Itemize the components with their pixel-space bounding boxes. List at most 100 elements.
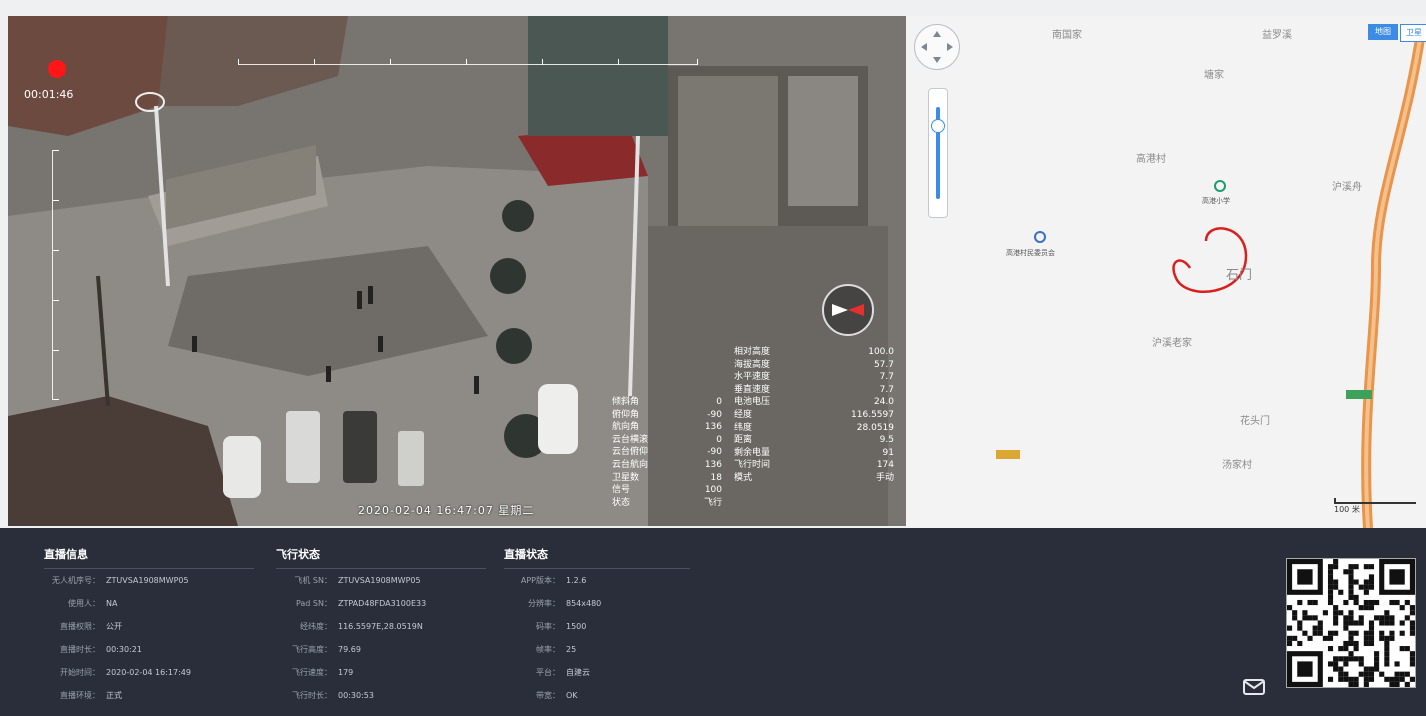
info-row: Pad SN： ZTPAD48FDA3100E33 bbox=[276, 592, 486, 615]
telemetry-row: 云台俯仰 -90 bbox=[612, 446, 722, 459]
telemetry-label: 经度 bbox=[734, 409, 753, 420]
info-key: 直播环境： bbox=[60, 691, 100, 700]
telemetry-label: 卫星数 bbox=[612, 472, 640, 483]
map-scale-label: 100 米 bbox=[1334, 505, 1360, 514]
map-place-label: 高港村 bbox=[1136, 154, 1166, 165]
info-row: 直播权限： 公开 bbox=[44, 615, 254, 638]
live-info-section: 直播信息 无人机序号： ZTUVSA1908MWP05 使用人： NA 直播权限： 公开直… bbox=[44, 546, 254, 707]
info-row: 无人机序号： ZTUVSA1908MWP05 bbox=[44, 569, 254, 592]
info-key: 码率： bbox=[536, 622, 560, 631]
telemetry-label: 距离 bbox=[734, 435, 753, 446]
telemetry-label: 相对高度 bbox=[734, 347, 771, 357]
telemetry-label: 水平速度 bbox=[734, 372, 771, 383]
heading-scale bbox=[238, 59, 698, 77]
info-value: 1500 bbox=[566, 622, 587, 631]
map-place-label: 塘家 bbox=[1204, 70, 1224, 81]
info-value: ZTPAD48FDA3100E33 bbox=[338, 599, 427, 608]
telemetry-value: 0 bbox=[716, 397, 722, 407]
map-place-label: 益罗溪 bbox=[1262, 30, 1292, 41]
telemetry-row: 倾斜角 0 bbox=[612, 396, 722, 409]
record-dot-icon bbox=[48, 60, 66, 78]
poi-label: 高港小学 bbox=[1202, 197, 1230, 205]
telemetry-label: 航向角 bbox=[612, 422, 640, 433]
telemetry-label: 剩余电量 bbox=[734, 447, 771, 458]
map-view[interactable]: 地图 卫星 南国家 益罗溪 塘家 高港村 沪溪舟 石门 沪溪老家 花头门 汤家村… bbox=[906, 16, 1426, 528]
telemetry-value: -90 bbox=[707, 447, 722, 458]
info-value: 1.2.6 bbox=[566, 576, 587, 585]
flight-status-list: 飞机 SN： ZTUVSA1908MWP05 Pad SN： ZTPAD48FDA31… bbox=[276, 569, 486, 707]
telemetry-row: 纬度 28.0519 bbox=[734, 422, 894, 435]
info-row: 帧率： 25 bbox=[504, 638, 690, 661]
telemetry-value: 136 bbox=[704, 459, 722, 470]
info-value: 公开 bbox=[106, 622, 122, 631]
info-key: 经纬度： bbox=[300, 622, 332, 631]
mail-icon[interactable] bbox=[1242, 678, 1266, 696]
info-key: Pad SN： bbox=[295, 599, 332, 608]
flight-status-title: 飞行状态 bbox=[276, 548, 320, 561]
map-type-button[interactable]: 地图 bbox=[1368, 24, 1398, 40]
telemetry-label: 模式 bbox=[734, 472, 753, 483]
info-row: 码率： 1500 bbox=[504, 615, 690, 638]
telemetry-label: 状态 bbox=[612, 497, 631, 508]
info-value: 179 bbox=[338, 668, 354, 677]
zoom-slider-icon[interactable] bbox=[928, 88, 948, 218]
telemetry-label: 俯仰角 bbox=[612, 409, 640, 420]
info-key: 飞行速度： bbox=[292, 668, 332, 677]
telemetry-value: 174 bbox=[876, 460, 894, 471]
telemetry-row: 卫星数 18 bbox=[612, 472, 722, 485]
info-row: 直播时长： 00:30:21 bbox=[44, 638, 254, 661]
map-pan-icon[interactable] bbox=[914, 24, 960, 70]
info-key: 使用人： bbox=[68, 599, 100, 608]
map-place-label: 石门 bbox=[1226, 268, 1253, 283]
info-row: 直播环境： 正式 bbox=[44, 684, 254, 707]
telemetry-row: 云台航向 136 bbox=[612, 459, 722, 472]
info-key: 无人机序号： bbox=[52, 576, 100, 585]
drone-video-feed[interactable]: 00:01:46 倾斜角 0 俯仰角 -90 航向角 136 云台横滚 0 云台俯仰 -90 云台航… bbox=[8, 16, 906, 526]
telemetry-row: 电池电压 24.0 bbox=[734, 396, 894, 409]
info-row: 分辨率： 854x480 bbox=[504, 592, 690, 615]
qr-code-icon bbox=[1286, 558, 1416, 688]
info-row: 经纬度： 116.5597E,28.0519N bbox=[276, 615, 486, 638]
live-info-list: 无人机序号： ZTUVSA1908MWP05 使用人： NA 直播权限： 公开 直播时长： 0… bbox=[44, 569, 254, 707]
poi-marker-icon bbox=[996, 450, 1020, 459]
satellite-type-button[interactable]: 卫星 bbox=[1400, 24, 1426, 42]
telemetry-value: 100 bbox=[704, 485, 722, 496]
telemetry-value: 28.0519 bbox=[856, 422, 894, 433]
telemetry-label: 云台横滚 bbox=[612, 434, 649, 445]
info-value: ZTUVSA1908MWP05 bbox=[338, 576, 421, 585]
telemetry-row: 模式 手动 bbox=[734, 472, 894, 485]
info-value: 00:30:21 bbox=[106, 645, 142, 654]
info-key: 飞机 SN： bbox=[294, 576, 332, 585]
telemetry-value: 9.5 bbox=[879, 435, 894, 446]
telemetry-right-column: 相对高度 100.0 海拔高度 57.7 水平速度 7.7 垂直速度 7.7 电池电压 24.0 经… bbox=[734, 346, 894, 509]
info-key: 帧率： bbox=[536, 645, 560, 654]
info-row: 飞行高度： 79.69 bbox=[276, 638, 486, 661]
info-row: 飞机 SN： ZTUVSA1908MWP05 bbox=[276, 569, 486, 592]
map-place-label: 南国家 bbox=[1052, 30, 1082, 41]
info-key: 平台： bbox=[536, 668, 560, 677]
telemetry-value: 100.0 bbox=[868, 347, 894, 357]
flight-status-section: 飞行状态 飞机 SN： ZTUVSA1908MWP05 Pad SN： ZTPAD48… bbox=[276, 546, 486, 707]
info-value: ZTUVSA1908MWP05 bbox=[106, 576, 189, 585]
telemetry-label: 信号 bbox=[612, 485, 631, 496]
telemetry-value: 57.7 bbox=[873, 359, 894, 370]
telemetry-value: 飞行 bbox=[703, 497, 722, 508]
info-key: 带宽： bbox=[536, 691, 560, 700]
video-timestamp-caption: 2020-02-04 16:47:07 星期二 bbox=[358, 504, 535, 517]
telemetry-value: -90 bbox=[707, 409, 722, 420]
info-value: 2020-02-04 16:17:49 bbox=[106, 668, 191, 677]
telemetry-value: 0 bbox=[716, 434, 722, 445]
info-key: 飞行时长： bbox=[292, 691, 332, 700]
telemetry-label: 倾斜角 bbox=[612, 397, 640, 407]
telemetry-row: 水平速度 7.7 bbox=[734, 371, 894, 384]
info-panel: 直播信息 无人机序号： ZTUVSA1908MWP05 使用人： NA 直播权限： 公开直… bbox=[0, 528, 1426, 716]
telemetry-value: 7.7 bbox=[879, 372, 894, 383]
info-value: 116.5597E,28.0519N bbox=[338, 622, 423, 631]
telemetry-label: 电池电压 bbox=[734, 397, 771, 408]
info-key: 分辨率： bbox=[528, 599, 560, 608]
map-scale-bar: 100 米 bbox=[1334, 498, 1416, 515]
info-value: 854x480 bbox=[566, 599, 602, 608]
info-key: 开始时间： bbox=[60, 668, 100, 677]
telemetry-row: 海拔高度 57.7 bbox=[734, 359, 894, 372]
telemetry-row: 信号 100 bbox=[612, 484, 722, 497]
